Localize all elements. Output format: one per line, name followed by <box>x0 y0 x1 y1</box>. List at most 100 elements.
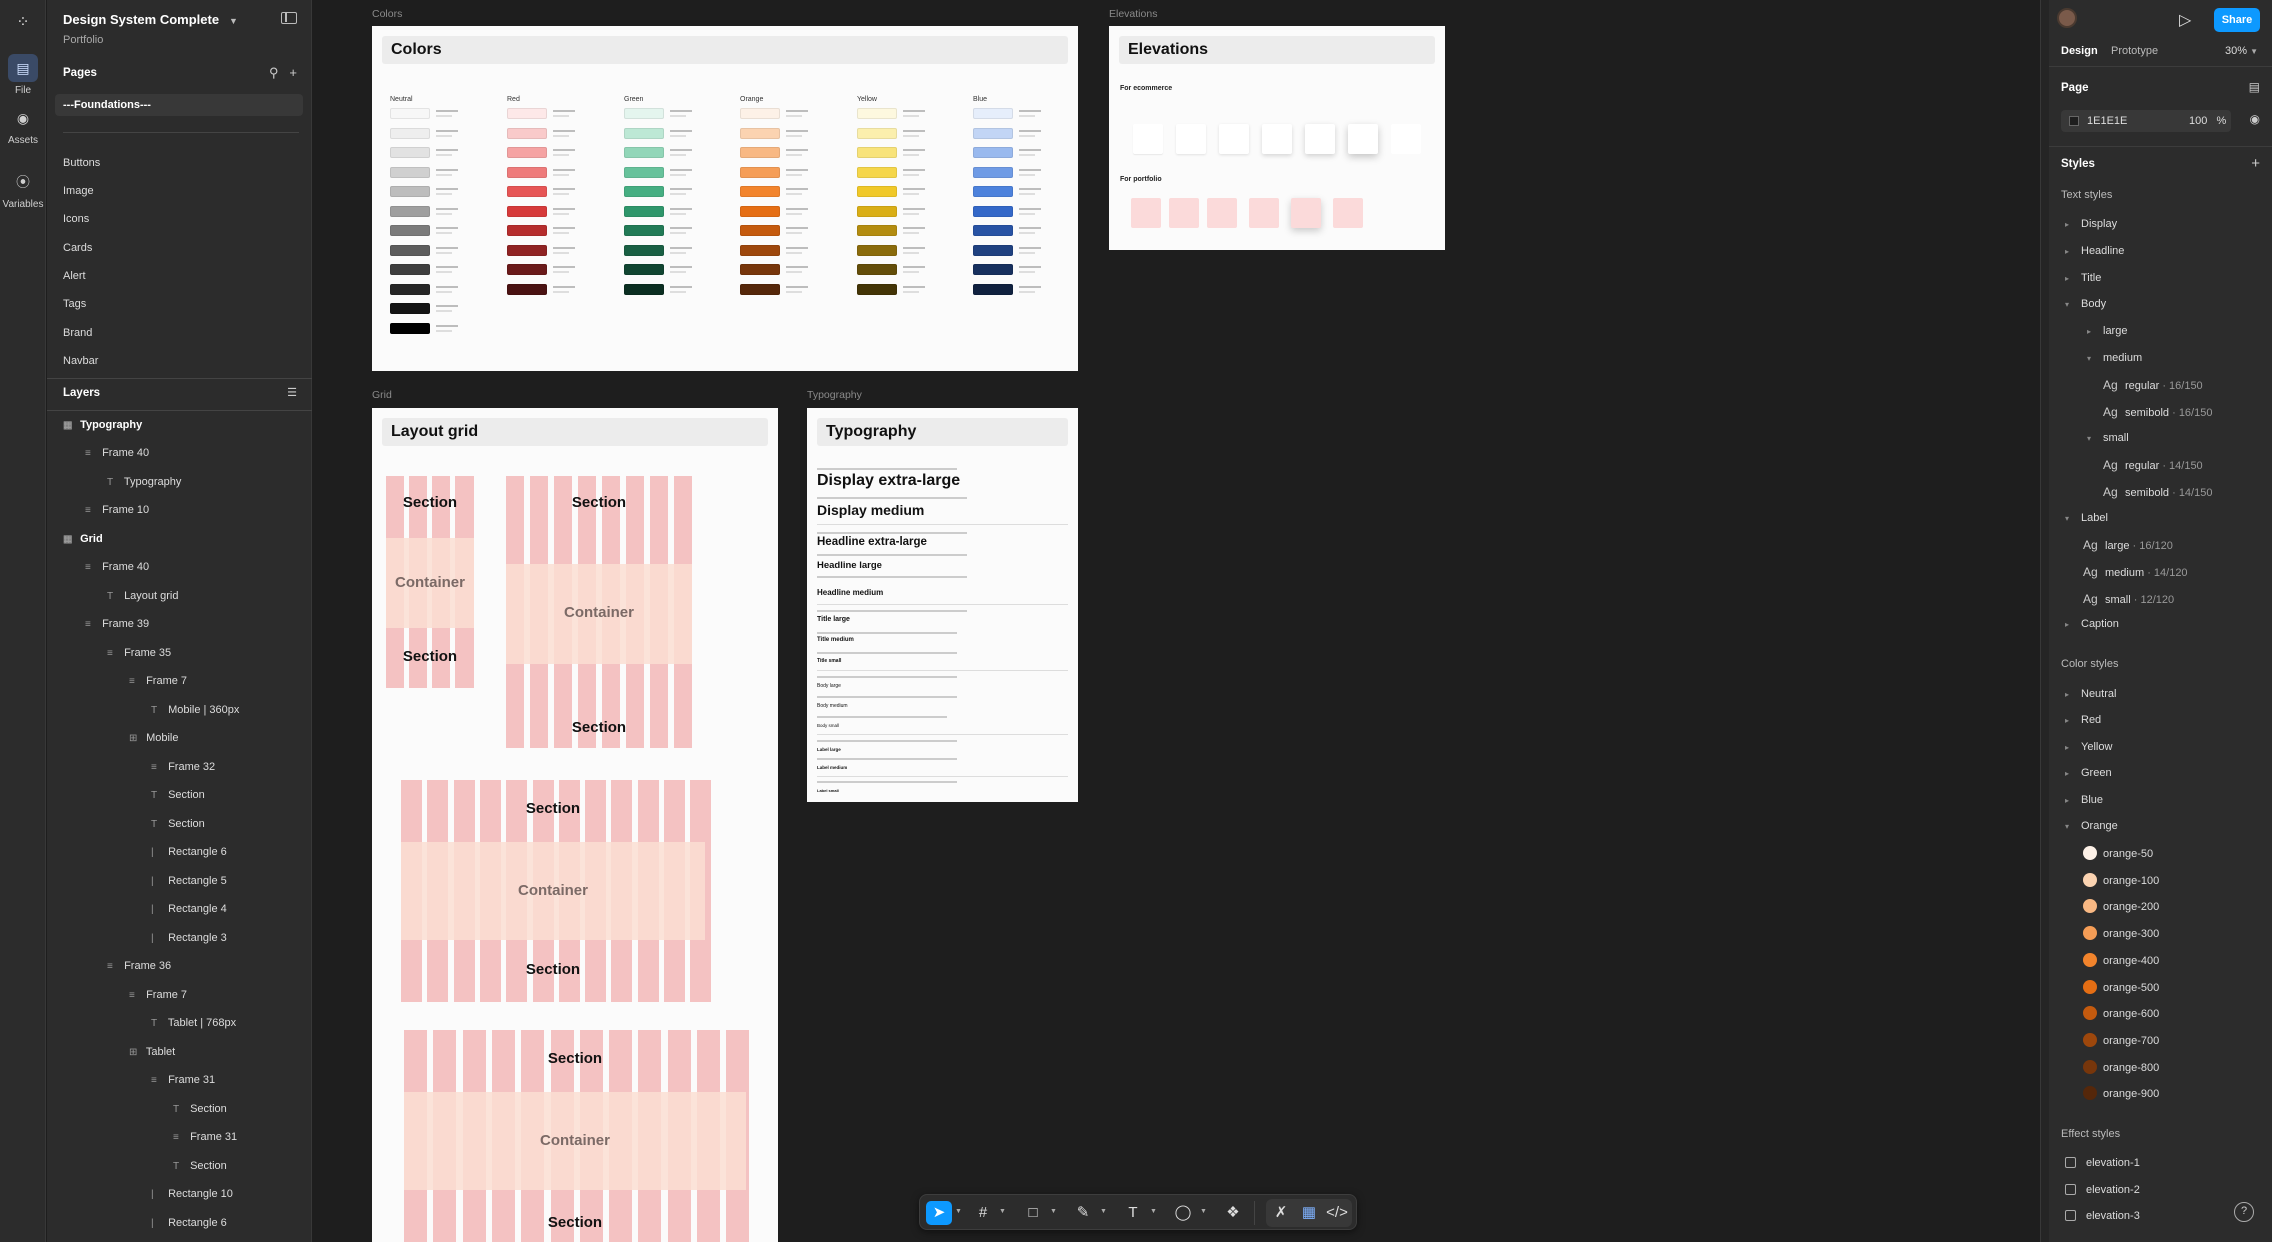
draw-mode-icon[interactable]: ✗ <box>1268 1201 1294 1225</box>
move-tool-icon[interactable]: ➤ <box>926 1201 952 1225</box>
color-style-orange-200[interactable]: orange-200 <box>2083 899 2159 914</box>
chevron-down-icon[interactable]: ▼ <box>1150 1208 1157 1215</box>
layer-section-1[interactable]: T Section <box>151 789 205 801</box>
frame-label-grid[interactable]: Grid <box>372 389 392 401</box>
color-style-orange[interactable]: ▾ Orange <box>2065 820 2118 832</box>
layers-list-icon[interactable]: ☰ <box>287 386 297 399</box>
chevron-down-icon[interactable]: ▼ <box>999 1208 1006 1215</box>
text-style-label-large[interactable]: Ag large · 16/120 <box>2083 538 2173 552</box>
layer-section-2[interactable]: T Section <box>151 818 205 830</box>
layer-rectangle-3[interactable]: | Rectangle 3 <box>151 932 227 944</box>
text-style-body-small-semibold[interactable]: Ag semibold · 14/150 <box>2103 485 2212 499</box>
text-style-headline[interactable]: ▸ Headline <box>2065 245 2124 257</box>
page-fill-field[interactable]: 1E1E1E 100 % <box>2061 110 2231 132</box>
page-item-icons[interactable]: Icons <box>63 213 89 225</box>
color-style-orange-400[interactable]: orange-400 <box>2083 952 2159 967</box>
effect-style-elevation-3[interactable]: elevation-3 <box>2065 1210 2140 1222</box>
add-page-icon[interactable]: + <box>289 65 297 80</box>
text-style-label-small[interactable]: Ag small · 12/120 <box>2083 592 2174 606</box>
color-swatch[interactable] <box>2069 116 2079 126</box>
frame-label-typography[interactable]: Typography <box>807 389 862 401</box>
page-item-navbar[interactable]: Navbar <box>63 355 98 367</box>
pen-tool-icon[interactable]: ✎ <box>1070 1201 1096 1225</box>
text-style-label-medium[interactable]: Ag medium · 14/120 <box>2083 565 2188 579</box>
search-icon[interactable]: ⚲ <box>269 65 279 80</box>
rail-variables[interactable]: ⦿ Variables <box>0 168 46 210</box>
layer-rectangle-10[interactable]: | Rectangle 10 <box>151 1188 233 1200</box>
frame-label-elevations[interactable]: Elevations <box>1109 8 1157 20</box>
text-style-label[interactable]: ▾ Label <box>2065 512 2108 524</box>
color-style-blue[interactable]: ▸ Blue <box>2065 794 2103 806</box>
chevron-down-icon[interactable]: ▼ <box>955 1208 962 1215</box>
color-style-orange-700[interactable]: orange-700 <box>2083 1032 2159 1047</box>
color-style-orange-800[interactable]: orange-800 <box>2083 1059 2159 1074</box>
color-style-orange-300[interactable]: orange-300 <box>2083 926 2159 941</box>
page-item-brand[interactable]: Brand <box>63 327 92 339</box>
color-style-orange-500[interactable]: orange-500 <box>2083 979 2159 994</box>
color-style-orange-50[interactable]: orange-50 <box>2083 846 2153 860</box>
layer-frame-31b[interactable]: ≡ Frame 31 <box>173 1131 237 1143</box>
elevations-frame[interactable]: Elevations For ecommerce For portfolio <box>1109 26 1445 250</box>
layer-section-4[interactable]: T Section <box>173 1160 227 1172</box>
text-style-caption[interactable]: ▸ Caption <box>2065 618 2119 630</box>
text-style-body-medium-regular[interactable]: Ag regular · 16/150 <box>2103 378 2203 392</box>
layer-frame-7b[interactable]: ≡ Frame 7 <box>129 989 187 1001</box>
chevron-down-icon[interactable]: ▼ <box>1050 1208 1057 1215</box>
project-name[interactable]: Portfolio <box>63 34 103 46</box>
layer-frame-7[interactable]: ≡ Frame 7 <box>129 675 187 687</box>
layer-typography-text[interactable]: T Typography <box>107 476 181 488</box>
canvas[interactable]: Colors Colors Neutral Red Green Orange Yello… <box>313 0 2040 1242</box>
layer-layout-grid[interactable]: T Layout grid <box>107 590 179 602</box>
color-style-neutral[interactable]: ▸ Neutral <box>2065 688 2116 700</box>
layer-rectangle-6b[interactable]: | Rectangle 6 <box>151 1217 227 1229</box>
chevron-down-icon[interactable]: ▼ <box>1200 1208 1207 1215</box>
figma-logo-icon[interactable]: ⁘ <box>14 12 32 31</box>
colors-frame[interactable]: Colors Neutral Red Green Orange Yellow Blue <box>372 26 1078 371</box>
layer-frame-31[interactable]: ≡ Frame 31 <box>151 1074 215 1086</box>
present-icon[interactable]: ▷ <box>2179 10 2191 30</box>
layer-rectangle-5[interactable]: | Rectangle 5 <box>151 875 227 887</box>
color-style-orange-600[interactable]: orange-600 <box>2083 1006 2159 1021</box>
color-style-orange-100[interactable]: orange-100 <box>2083 872 2159 887</box>
tab-prototype[interactable]: Prototype <box>2111 45 2158 57</box>
rail-assets[interactable]: ◉ Assets <box>0 104 46 146</box>
layer-frame-10[interactable]: ≡ Frame 10 <box>85 504 149 516</box>
text-style-body[interactable]: ▾ Body <box>2065 298 2106 310</box>
page-item-foundations[interactable]: ---Foundations--- <box>55 94 303 116</box>
page-item-buttons[interactable]: Buttons <box>63 157 100 169</box>
color-style-red[interactable]: ▸ Red <box>2065 714 2101 726</box>
page-item-image[interactable]: Image <box>63 185 94 197</box>
color-style-yellow[interactable]: ▸ Yellow <box>2065 741 2112 753</box>
effect-style-elevation-1[interactable]: elevation-1 <box>2065 1157 2140 1169</box>
page-settings-icon[interactable]: ▤ <box>2249 80 2260 94</box>
layer-grid[interactable]: ▦ Grid <box>63 533 103 545</box>
layer-frame-39[interactable]: ≡ Frame 39 <box>85 618 149 630</box>
layer-rectangle-4[interactable]: | Rectangle 4 <box>151 903 227 915</box>
layer-frame-32[interactable]: ≡ Frame 32 <box>151 761 215 773</box>
zoom-level[interactable]: 30% ▼ <box>2225 45 2258 57</box>
text-style-body-large[interactable]: ▸ large <box>2087 325 2127 337</box>
frame-label-colors[interactable]: Colors <box>372 8 402 20</box>
effect-style-elevation-2[interactable]: elevation-2 <box>2065 1184 2140 1196</box>
layer-section-3[interactable]: T Section <box>173 1103 227 1115</box>
layer-frame-40b[interactable]: ≡ Frame 40 <box>85 561 149 573</box>
file-title[interactable]: Design System Complete ▼ <box>63 12 238 27</box>
page-item-cards[interactable]: Cards <box>63 242 92 254</box>
layer-tablet[interactable]: ⊞ Tablet <box>129 1046 175 1058</box>
text-style-display[interactable]: ▸ Display <box>2065 218 2117 230</box>
dev-mode-icon[interactable]: </> <box>1324 1201 1350 1225</box>
design-mode-icon[interactable]: ▦ <box>1296 1201 1322 1225</box>
text-style-body-medium-semibold[interactable]: Ag semibold · 16/150 <box>2103 405 2212 419</box>
typography-frame[interactable]: Typography Display extra-large Display m… <box>807 408 1078 802</box>
rail-file[interactable]: ▤ File <box>0 54 46 96</box>
frame-tool-icon[interactable]: # <box>970 1201 996 1225</box>
text-style-title[interactable]: ▸ Title <box>2065 272 2101 284</box>
layer-tablet-768[interactable]: T Tablet | 768px <box>151 1017 236 1029</box>
layer-rectangle-6[interactable]: | Rectangle 6 <box>151 846 227 858</box>
add-style-icon[interactable]: + <box>2251 155 2260 172</box>
text-style-body-small[interactable]: ▾ small <box>2087 432 2129 444</box>
share-button[interactable]: Share <box>2214 8 2260 32</box>
layer-mobile-360[interactable]: T Mobile | 360px <box>151 704 239 716</box>
layer-typography[interactable]: ▦ Typography <box>63 419 142 431</box>
tab-design[interactable]: Design <box>2061 45 2098 57</box>
